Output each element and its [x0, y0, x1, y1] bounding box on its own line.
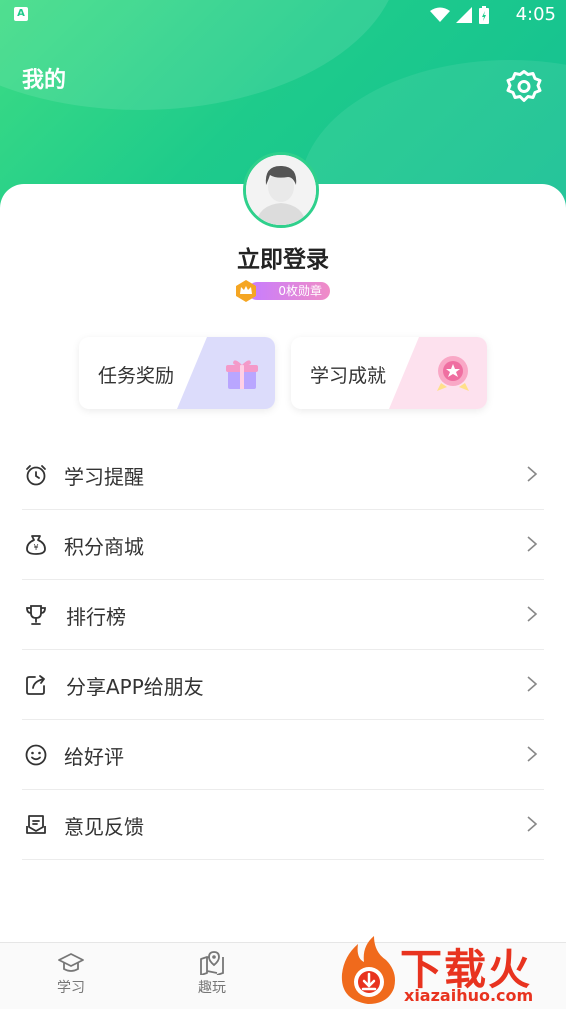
avatar[interactable] — [243, 152, 319, 228]
medal-count: 0枚勋章 — [248, 282, 330, 300]
smile-icon — [25, 744, 47, 766]
tab-label: 学习 — [57, 980, 85, 996]
menu-item-points-mall[interactable]: ¥ 积分商城 — [22, 510, 544, 580]
status-bar: A 4:05 — [0, 0, 566, 30]
chevron-right-icon — [527, 466, 538, 482]
signal-icon — [456, 7, 472, 23]
tab-fun[interactable]: 趣玩 — [182, 951, 242, 997]
medal-badge[interactable]: 0枚勋章 — [234, 279, 332, 303]
avatar-icon — [246, 155, 316, 225]
gift-icon — [226, 360, 258, 389]
menu-item-rate-app[interactable]: 给好评 — [22, 720, 544, 790]
medal-icon — [437, 356, 469, 391]
graduation-cap-icon — [58, 953, 84, 972]
battery-icon — [479, 6, 489, 24]
task-rewards-tile[interactable]: 任务奖励 — [79, 337, 275, 409]
flame-logo-icon — [341, 936, 395, 1004]
menu-list: 学习提醒 ¥ 积分商城 排行榜 分享APP给朋友 给好评 意见反馈 — [10, 440, 556, 860]
tile-label: 任务奖励 — [98, 365, 175, 387]
menu-item-label: 意见反馈 — [64, 815, 144, 839]
clock: 4:05 — [515, 4, 556, 25]
tab-study[interactable]: 学习 — [41, 951, 101, 997]
crown-icon — [236, 280, 256, 302]
login-link[interactable]: 立即登录 — [0, 240, 566, 274]
watermark-url: xiazaihuo.com — [404, 986, 534, 1005]
chevron-right-icon — [527, 536, 538, 552]
tab-label: 趣玩 — [198, 980, 226, 996]
sim-icon: A — [14, 7, 28, 21]
menu-item-label: 学习提醒 — [64, 465, 144, 489]
menu-item-share-app[interactable]: 分享APP给朋友 — [22, 650, 544, 720]
chevron-right-icon — [527, 676, 538, 692]
menu-item-study-reminder[interactable]: 学习提醒 — [22, 440, 544, 510]
tile-label: 学习成就 — [310, 365, 387, 387]
svg-text:¥: ¥ — [33, 543, 38, 552]
chevron-right-icon — [527, 746, 538, 762]
page-title: 我的 — [22, 68, 67, 93]
settings-button[interactable] — [505, 67, 543, 105]
achievements-tile[interactable]: 学习成就 — [291, 337, 487, 409]
menu-item-label: 排行榜 — [66, 605, 126, 629]
menu-item-label: 分享APP给朋友 — [66, 675, 204, 699]
share-icon — [26, 675, 45, 695]
chevron-right-icon — [527, 816, 538, 832]
wifi-icon — [430, 7, 450, 22]
chevron-right-icon — [527, 606, 538, 622]
feedback-icon — [26, 815, 46, 834]
menu-item-feedback[interactable]: 意见反馈 — [22, 790, 544, 860]
map-pin-icon — [200, 951, 224, 975]
menu-item-leaderboard[interactable]: 排行榜 — [22, 580, 544, 650]
alarm-clock-icon — [26, 465, 46, 486]
status-icons — [430, 6, 490, 24]
watermark: 下载火 xiazaihuo.com — [332, 932, 566, 1008]
gear-icon — [506, 70, 542, 102]
menu-item-label: 给好评 — [64, 745, 124, 769]
menu-item-label: 积分商城 — [64, 535, 144, 559]
trophy-icon — [26, 605, 46, 625]
money-bag-icon: ¥ — [26, 535, 46, 555]
